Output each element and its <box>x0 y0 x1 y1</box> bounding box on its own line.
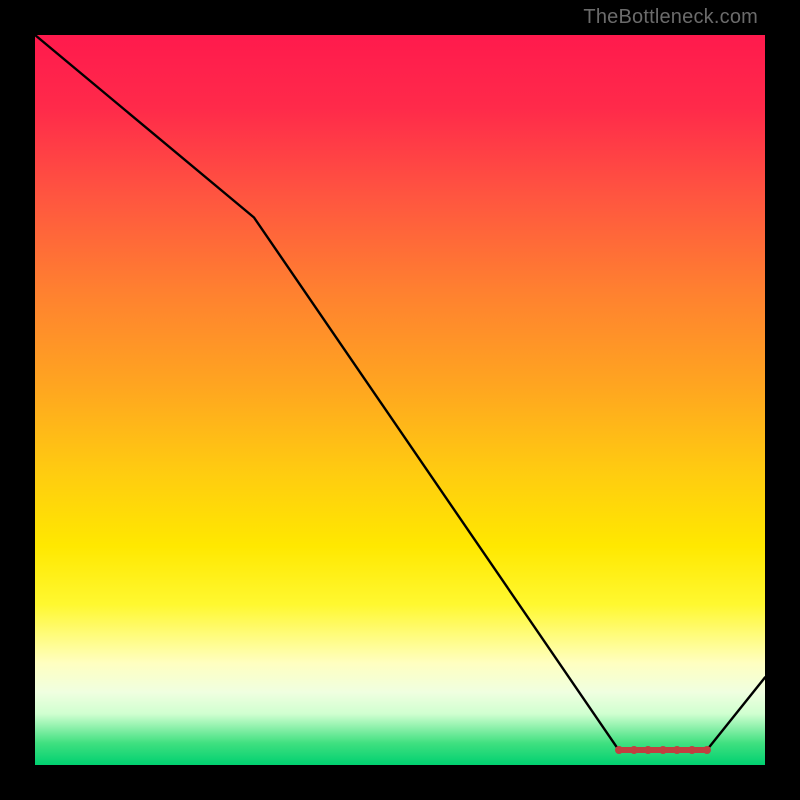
marker-dot <box>703 746 711 754</box>
marker-dot <box>688 746 696 754</box>
marker-dot <box>644 746 652 754</box>
marker-dot <box>615 746 623 754</box>
marker-dot <box>659 746 667 754</box>
marker-dot <box>673 746 681 754</box>
watermark-text: TheBottleneck.com <box>583 6 758 29</box>
plot-area <box>35 35 765 765</box>
chart-frame: TheBottleneck.com <box>0 0 800 800</box>
marker-dot <box>630 746 638 754</box>
bottleneck-curve <box>35 35 765 765</box>
